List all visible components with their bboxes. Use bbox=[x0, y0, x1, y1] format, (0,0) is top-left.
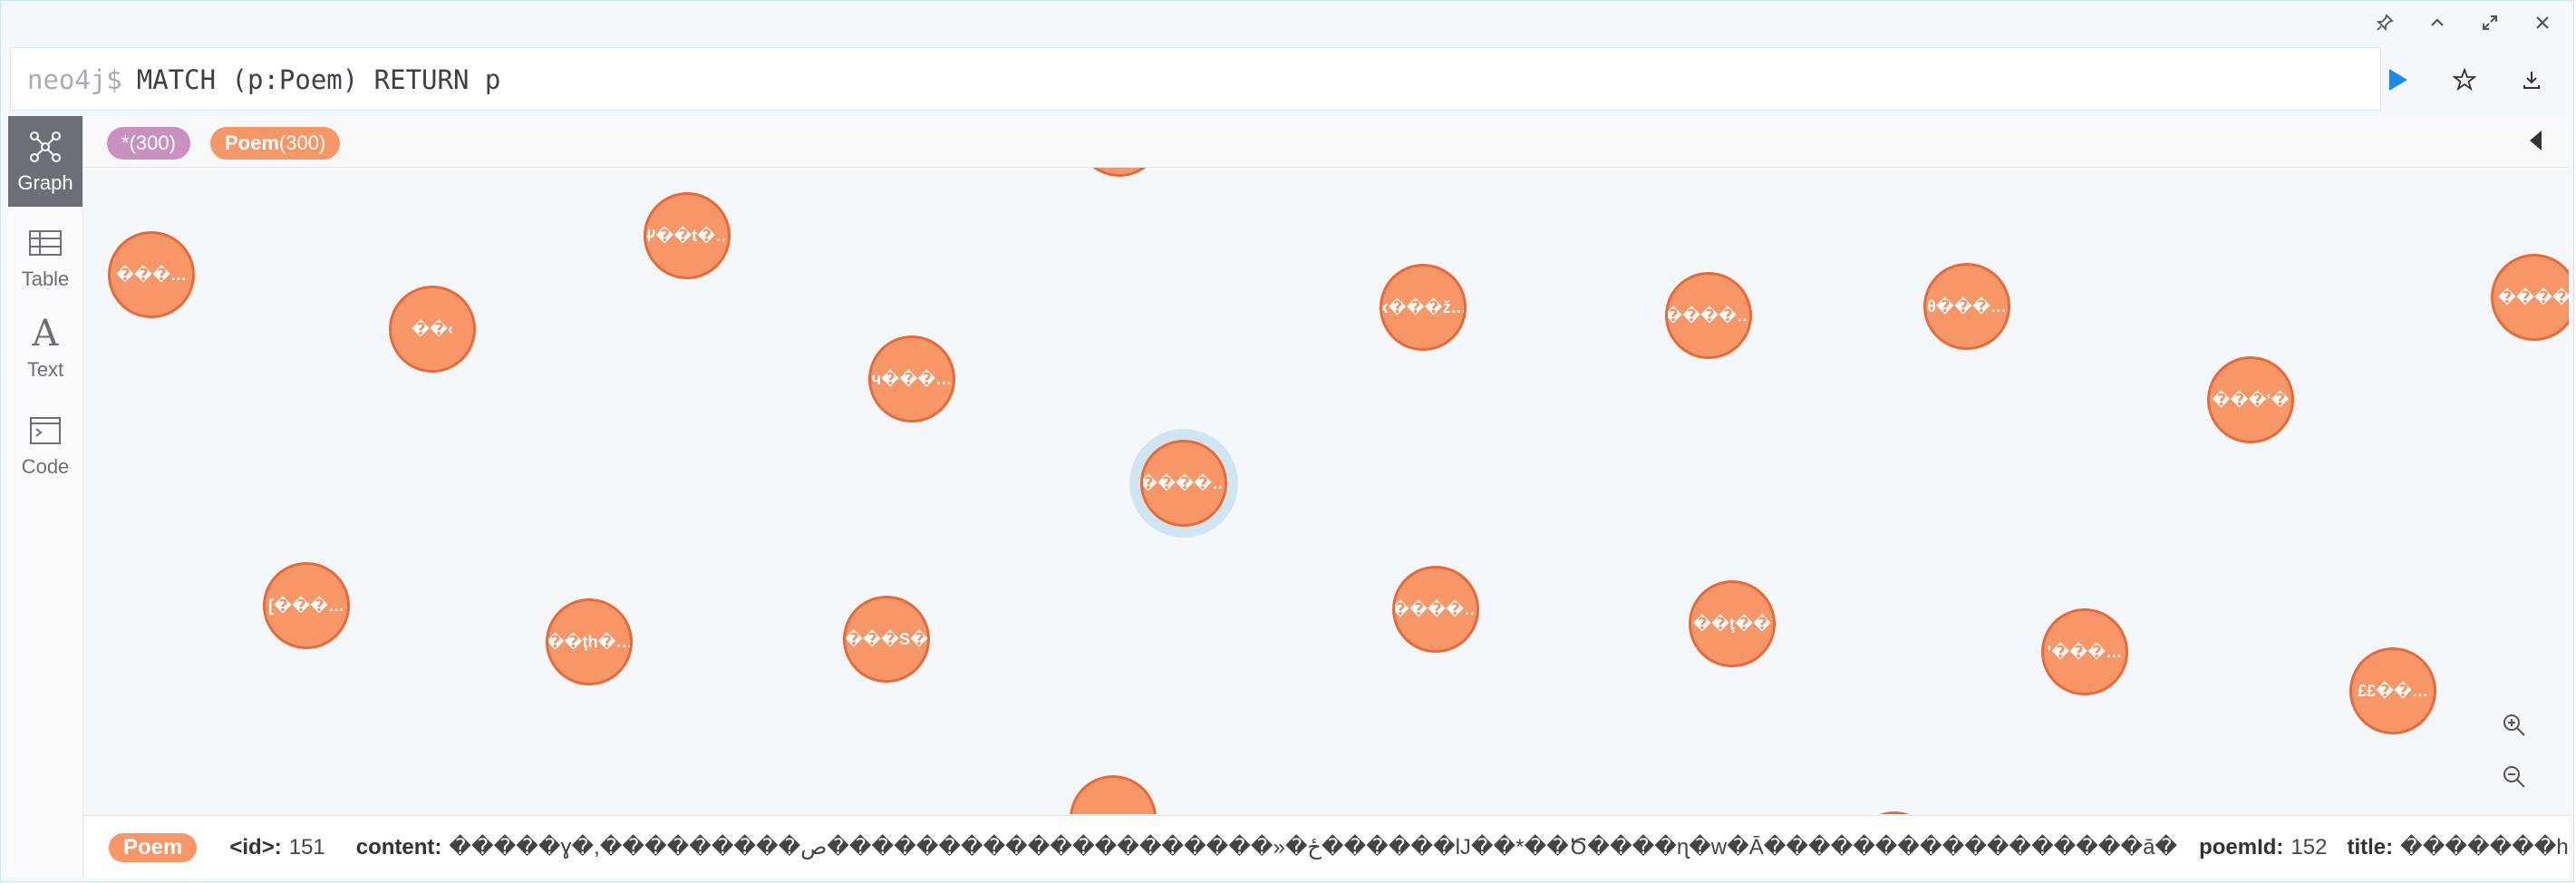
poem-node-partial[interactable] bbox=[1076, 168, 1163, 177]
poem-node[interactable]: x���ž… bbox=[1380, 264, 1467, 351]
view-code-label: Code bbox=[21, 455, 70, 478]
poem-node-partial[interactable] bbox=[1851, 811, 1938, 814]
view-text-label: Text bbox=[26, 358, 64, 381]
view-text-button[interactable]: A Text bbox=[8, 303, 82, 393]
poem-node[interactable]: ���… bbox=[108, 231, 195, 318]
poem-node[interactable]: ��ţ�� bbox=[1689, 580, 1776, 667]
close-icon[interactable] bbox=[2528, 8, 2557, 37]
details-label-pill[interactable]: Poem bbox=[109, 832, 198, 862]
poem-node[interactable]: '���… bbox=[2041, 608, 2128, 695]
view-code-button[interactable]: Code bbox=[8, 400, 82, 491]
id-key: <id>: bbox=[229, 834, 282, 860]
table-icon bbox=[28, 224, 63, 262]
download-icon[interactable] bbox=[2515, 63, 2548, 96]
fullscreen-icon[interactable] bbox=[2475, 8, 2504, 37]
poem-node[interactable]: [���… bbox=[263, 562, 350, 649]
zoom-in-icon[interactable] bbox=[2494, 705, 2534, 745]
view-graph-button[interactable]: Graph bbox=[8, 116, 82, 207]
query-text[interactable]: MATCH (p:Poem) RETURN p bbox=[137, 64, 501, 95]
text-icon: A bbox=[32, 313, 59, 355]
poem-node[interactable]: θ���… bbox=[1923, 263, 2010, 350]
view-graph-label: Graph bbox=[17, 171, 73, 194]
poem-pill-count: (300) bbox=[278, 131, 326, 154]
poem-node[interactable]: ���� bbox=[2491, 254, 2569, 341]
graph-icon bbox=[28, 128, 63, 166]
id-value: 151 bbox=[288, 834, 325, 860]
view-table-label: Table bbox=[21, 267, 70, 290]
all-nodes-pill-count: (300) bbox=[129, 131, 176, 154]
poem-node[interactable]: Ψ��t�… bbox=[644, 192, 731, 279]
view-mode-rail: Graph Table A Text Code bbox=[8, 116, 83, 878]
poem-pill-label: Poem bbox=[225, 131, 279, 154]
result-summary-strip: *(300) Poem(300) bbox=[83, 116, 2569, 168]
poem-node[interactable]: ����… bbox=[1665, 272, 1752, 359]
node-details-bar: Poem <id>: 151 content: �����ɣ�,���������ځ… bbox=[83, 815, 2569, 879]
editor-prompt: neo4j$ bbox=[27, 64, 122, 95]
poemid-key: poemId: bbox=[2199, 834, 2284, 860]
run-query-button[interactable] bbox=[2383, 65, 2412, 94]
window-controls bbox=[2370, 8, 2557, 37]
poem-node[interactable]: ���S� bbox=[843, 596, 930, 683]
all-nodes-pill[interactable]: *(300) bbox=[107, 127, 190, 160]
content-key: content: bbox=[355, 834, 442, 860]
content-value: �����ɣ�,���������ځ�«��������������������… bbox=[449, 835, 2178, 860]
all-nodes-pill-label: * bbox=[121, 131, 130, 154]
poem-node[interactable]: ��ţh�… bbox=[546, 598, 633, 685]
poem-node[interactable]: ч���… bbox=[868, 335, 955, 423]
toggle-sidebar-arrow-icon[interactable] bbox=[2530, 131, 2542, 151]
collapse-icon[interactable] bbox=[2423, 8, 2452, 37]
poemid-value: 152 bbox=[2290, 834, 2328, 860]
title-key: title: bbox=[2347, 834, 2394, 860]
poem-node[interactable]: ���‘� bbox=[2207, 356, 2294, 443]
query-editor[interactable]: neo4j$ MATCH (p:Poem) RETURN p bbox=[10, 47, 2381, 111]
pin-icon[interactable] bbox=[2370, 8, 2399, 37]
view-table-button[interactable]: Table bbox=[8, 212, 82, 303]
graph-canvas[interactable]: ���… Ψ��t�… ��‹ ч���… x���ž… ����… θ���…… bbox=[83, 168, 2569, 814]
zoom-out-icon[interactable] bbox=[2494, 757, 2534, 797]
poem-label-pill[interactable]: Poem(300) bbox=[210, 127, 341, 160]
poem-node-partial[interactable] bbox=[1070, 775, 1157, 814]
favorite-star-icon[interactable] bbox=[2448, 63, 2481, 96]
poem-node[interactable]: ��‹ bbox=[389, 286, 476, 373]
poem-node[interactable]: ����… bbox=[1392, 566, 1479, 653]
result-frame: neo4j$ MATCH (p:Poem) RETURN p Graph Tab… bbox=[0, 0, 2574, 882]
code-icon bbox=[29, 412, 62, 450]
poem-node[interactable]: ££��… bbox=[2349, 647, 2436, 734]
title-value: �������h bbox=[2400, 835, 2569, 860]
selected-poem-node[interactable]: ����… bbox=[1140, 440, 1227, 527]
